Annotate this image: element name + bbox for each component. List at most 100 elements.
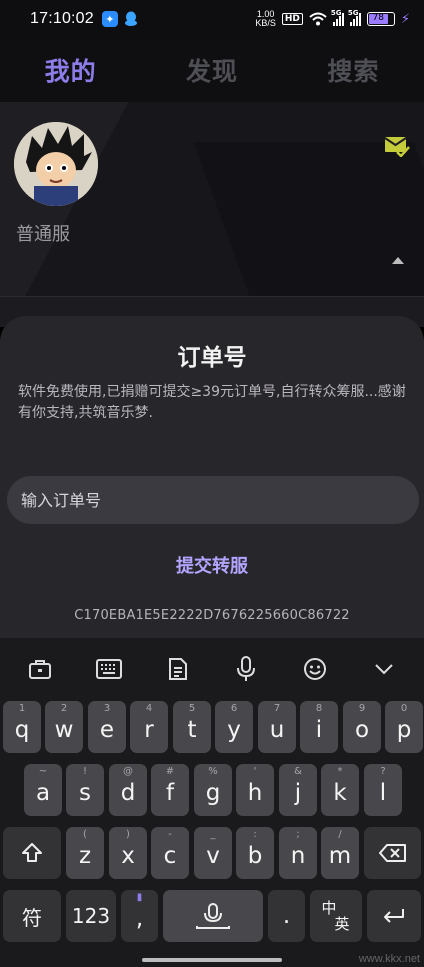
key-n[interactable]: ; n <box>279 827 317 879</box>
key-u[interactable]: 7u <box>258 701 296 753</box>
signal1-label: 5G <box>330 8 342 17</box>
key-a[interactable]: ~ a <box>24 764 62 816</box>
tab-discover[interactable]: 发现 <box>186 52 238 88</box>
key-j[interactable]: & j <box>279 764 317 816</box>
key-hint: * <box>337 766 343 777</box>
period-key[interactable]: . <box>268 890 305 942</box>
submit-transfer-button[interactable]: 提交转服 <box>0 552 424 578</box>
profile-header: 普通服 <box>0 102 424 298</box>
key-c[interactable]: -c <box>151 827 189 879</box>
key-hint: 7 <box>273 703 281 714</box>
key-v[interactable]: _ v <box>194 827 232 879</box>
tab-mine[interactable]: 我的 <box>45 52 97 88</box>
key-label: o <box>354 717 370 743</box>
key-hint: % <box>208 766 218 777</box>
signal-icon-2: 5G <box>348 9 361 26</box>
key-label: s <box>79 780 91 806</box>
key-m[interactable]: / m <box>321 827 359 879</box>
clipboard-icon[interactable] <box>160 651 196 687</box>
backspace-icon <box>378 844 406 862</box>
key-d[interactable]: @ d <box>109 764 147 816</box>
status-time: 17:10:02 <box>30 10 94 27</box>
key-label: a <box>35 780 51 806</box>
app-notification-icon: ✦ <box>101 11 118 27</box>
keyboard-row-1: 1q 2w 3e 4r 5t 6y 7u 8i 9o 0p <box>0 701 424 753</box>
key-hint: - <box>168 829 172 840</box>
key-hint: 0 <box>400 703 408 714</box>
order-sheet: 订单号 软件免费使用,已捐赠可提交≥39元订单号,自行转众筹服...感谢有你支持… <box>0 316 424 638</box>
keyboard-toolbar <box>0 638 424 700</box>
username: 普通服 <box>16 224 70 245</box>
enter-key[interactable] <box>367 890 421 942</box>
key-h[interactable]: ' h <box>236 764 274 816</box>
backspace-key[interactable] <box>364 827 421 879</box>
keyboard-icon[interactable] <box>91 651 127 687</box>
keyboard-row-4: 符 123 ▮ , . 中 英 <box>0 890 424 942</box>
key-hint: / <box>338 829 342 840</box>
key-label: x <box>121 843 135 869</box>
battery-icon: 78 <box>366 12 395 26</box>
key-label: c <box>163 843 177 869</box>
key-i[interactable]: 8i <box>300 701 338 753</box>
key-label: j <box>294 780 302 806</box>
navigation-handle[interactable] <box>142 958 282 962</box>
symbol-key[interactable]: 符 <box>3 890 61 942</box>
comma-key[interactable]: ▮ , <box>121 890 158 942</box>
shift-key[interactable] <box>3 827 61 879</box>
key-r[interactable]: 4r <box>130 701 168 753</box>
key-label: n <box>290 843 306 869</box>
hd-badge: HD <box>281 13 303 25</box>
key-f[interactable]: # f <box>151 764 189 816</box>
avatar[interactable] <box>14 122 98 206</box>
key-q[interactable]: 1q <box>3 701 41 753</box>
device-code: C170EBA1E5E2222D7676225660C86722 <box>74 608 350 623</box>
briefcase-icon[interactable] <box>22 651 58 687</box>
enter-icon <box>384 909 404 923</box>
key-label: y <box>227 717 241 743</box>
key-hint: 6 <box>230 703 238 714</box>
key-label: f <box>165 780 175 806</box>
watermark: www.kkx.net <box>358 953 420 965</box>
key-x[interactable]: ) x <box>109 827 147 879</box>
sheet-description: 软件免费使用,已捐赠可提交≥39元订单号,自行转众筹服...感谢有你支持,共筑音… <box>18 384 406 421</box>
key-hint: ; <box>296 829 300 840</box>
signal-icon-1: 5G <box>331 9 344 26</box>
keyboard-row-3: (z ) x -c _ v :b ; n / m <box>0 827 424 879</box>
key-k[interactable]: * k <box>321 764 359 816</box>
caret-up-icon[interactable] <box>392 257 404 264</box>
key-label: , <box>135 906 144 932</box>
key-hint: : <box>253 829 257 840</box>
key-hint: ~ <box>38 766 48 777</box>
key-label: u <box>269 717 285 743</box>
key-hint: & <box>294 766 302 777</box>
key-hint: # <box>165 766 175 777</box>
key-b[interactable]: :b <box>236 827 274 879</box>
tab-search[interactable]: 搜索 <box>327 52 379 88</box>
mail-check-icon[interactable] <box>384 135 410 157</box>
numbers-key[interactable]: 123 <box>66 890 116 942</box>
language-switch-key[interactable]: 中 英 <box>310 890 362 942</box>
key-z[interactable]: (z <box>66 827 104 879</box>
charging-icon: ⚡ <box>400 11 410 27</box>
key-l[interactable]: ? l <box>364 764 402 816</box>
chevron-down-icon[interactable] <box>366 651 402 687</box>
emoji-icon[interactable] <box>297 651 333 687</box>
key-s[interactable]: ! s <box>66 764 104 816</box>
key-label: q <box>14 717 30 743</box>
key-y[interactable]: 6y <box>215 701 253 753</box>
key-hint: 8 <box>315 703 323 714</box>
key-g[interactable]: % g <box>194 764 232 816</box>
key-hint: ? <box>380 766 386 777</box>
key-t[interactable]: 5t <box>173 701 211 753</box>
key-p[interactable]: 0p <box>385 701 423 753</box>
space-key[interactable] <box>163 890 263 942</box>
key-o[interactable]: 9o <box>343 701 381 753</box>
signal2-label: 5G <box>347 8 359 17</box>
key-w[interactable]: 2w <box>45 701 83 753</box>
order-number-input[interactable] <box>7 476 419 524</box>
key-e[interactable]: 3e <box>88 701 126 753</box>
key-hint: @ <box>123 766 133 777</box>
mic-icon[interactable] <box>228 651 264 687</box>
key-hint: ( <box>83 829 87 840</box>
key-label: t <box>187 717 197 743</box>
